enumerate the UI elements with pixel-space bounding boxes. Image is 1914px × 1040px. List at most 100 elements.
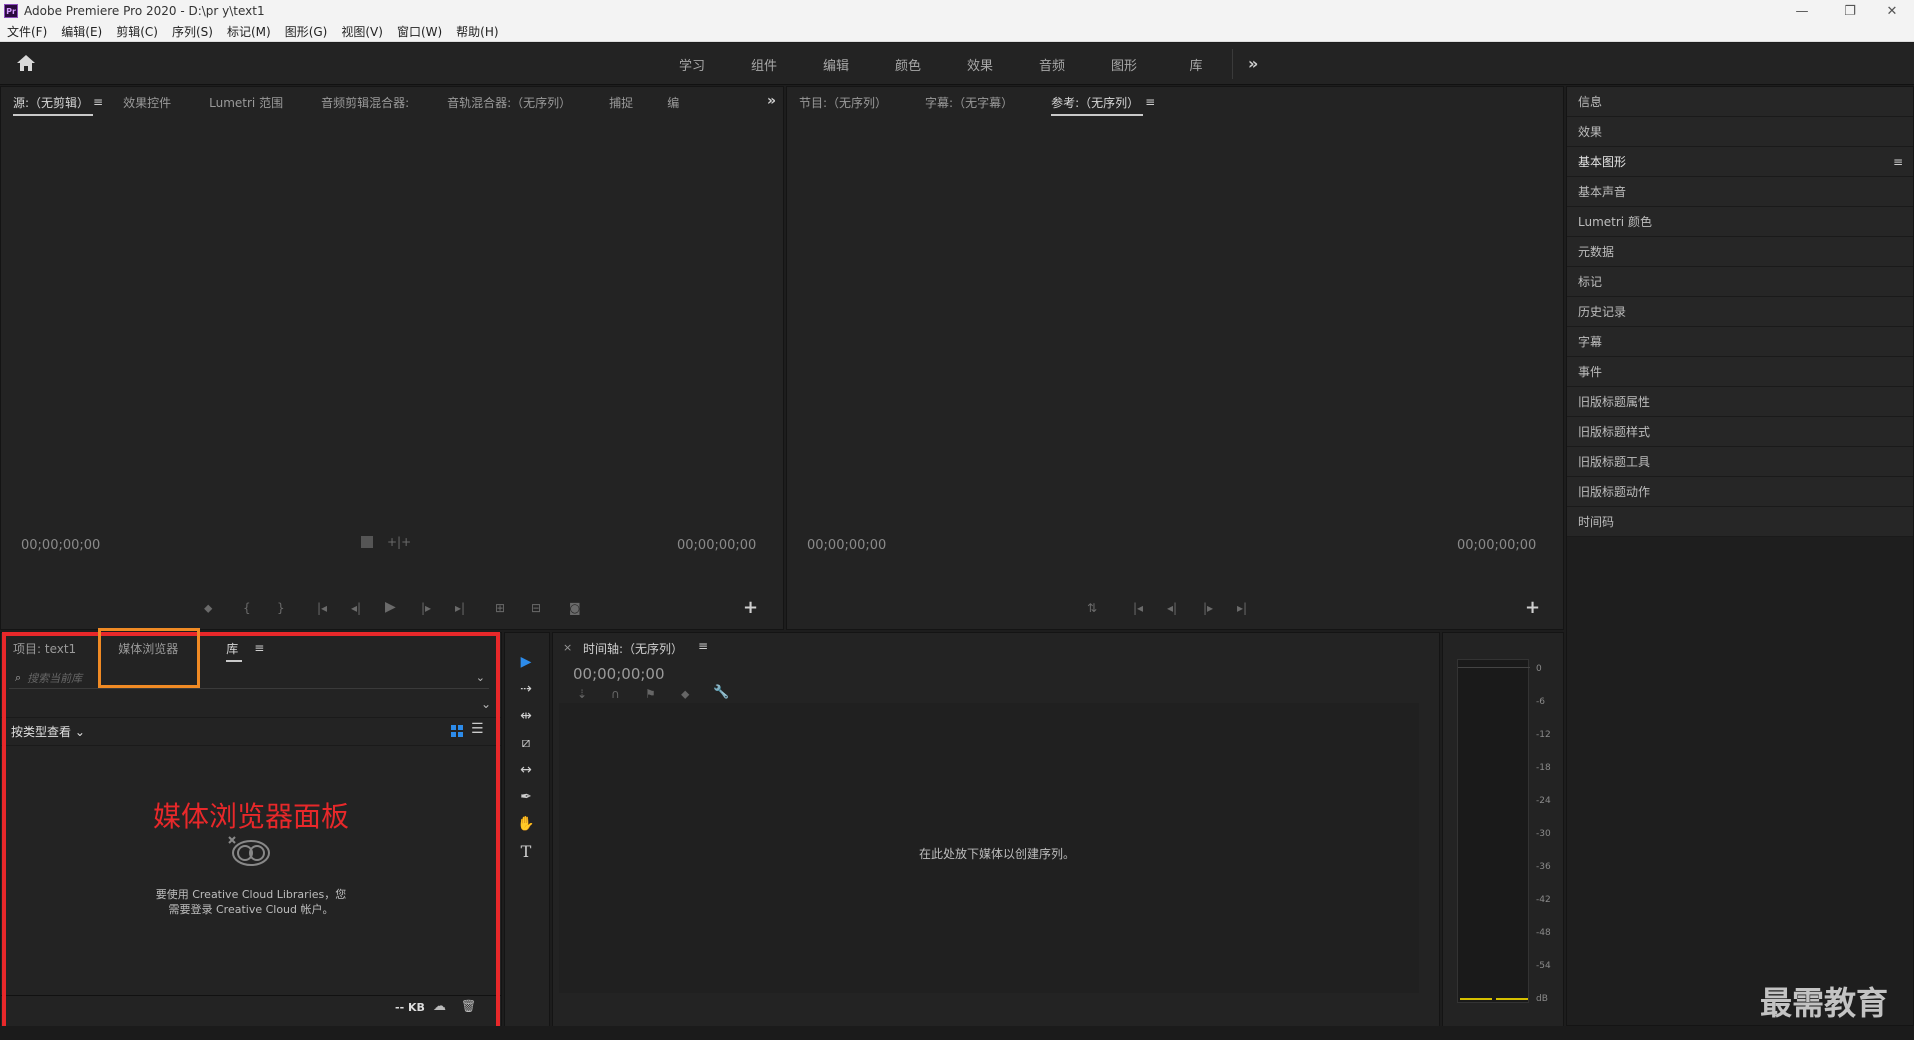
essential-graphics-menu-icon[interactable]: ≡ (1893, 155, 1903, 169)
tab-source[interactable]: 源:（无剪辑） (13, 94, 94, 116)
menu-clip[interactable]: 剪辑(C) (116, 23, 158, 40)
export-frame-icon[interactable]: ◙ (569, 601, 581, 615)
selection-tool-icon[interactable]: ▶ (515, 651, 537, 673)
menu-graphics[interactable]: 图形(G) (285, 23, 328, 40)
type-tool-icon[interactable]: T (515, 840, 537, 862)
workspace-editing[interactable]: 编辑 (800, 55, 872, 74)
menu-sequence[interactable]: 序列(S) (172, 23, 213, 40)
home-icon[interactable] (16, 54, 38, 74)
tab-lumetri-scopes[interactable]: Lumetri 范围 (209, 94, 283, 111)
workspace-assembly[interactable]: 组件 (728, 55, 800, 74)
snap-icon[interactable]: ⇣ (577, 687, 587, 701)
menu-window[interactable]: 窗口(W) (397, 23, 442, 40)
panel-legacy-title-tools[interactable]: 旧版标题工具 (1567, 447, 1913, 477)
program-timecode-right: 00;00;00;00 (1457, 538, 1537, 553)
tab-capture[interactable]: 捕捉 (609, 94, 633, 111)
timeline-menu-icon[interactable]: ≡ (698, 639, 708, 653)
mark-in-icon[interactable]: { (243, 601, 251, 615)
right-panel-stack: 信息 效果 基本图形 ≡ 基本声音 Lumetri 颜色 元数据 标记 历史记录 … (1566, 86, 1914, 1026)
db-scale-36: -36 (1536, 862, 1551, 872)
add-marker-timeline-icon[interactable]: ⚑ (645, 687, 656, 701)
tab-captions[interactable]: 字幕:（无字幕） (925, 94, 1013, 111)
tab-effect-controls[interactable]: 效果控件 (123, 94, 171, 111)
program-panel-menu-icon[interactable]: ≡ (1145, 95, 1155, 109)
timeline-timecode[interactable]: 00;00;00;00 (573, 665, 665, 683)
lift-icon[interactable]: ⇅ (1087, 601, 1097, 615)
panel-essential-sound[interactable]: 基本声音 (1567, 177, 1913, 207)
mark-out-icon[interactable]: } (277, 601, 285, 615)
go-to-out-icon[interactable]: ▸| (455, 601, 465, 615)
wrench-icon[interactable]: 🔧 (713, 685, 729, 700)
workspace-color[interactable]: 颜色 (872, 55, 944, 74)
db-scale-30: -30 (1536, 829, 1551, 839)
tab-program[interactable]: 节目:（无序列） (799, 94, 887, 111)
source-drop-settings-icon[interactable] (361, 536, 373, 548)
watermark-text: 最需教育 (1760, 984, 1889, 1022)
tab-edit-truncated[interactable]: 编 (667, 94, 679, 111)
restore-button[interactable]: ❐ (1828, 0, 1872, 22)
ripple-edit-tool-icon[interactable]: ⇹ (515, 705, 537, 727)
program-go-to-out-icon[interactable]: ▸| (1237, 601, 1247, 615)
program-timecode-left[interactable]: 00;00;00;00 (807, 538, 886, 553)
razor-tool-icon[interactable]: ⧄ (515, 732, 537, 754)
panel-events[interactable]: 事件 (1567, 357, 1913, 387)
program-go-to-in-icon[interactable]: |◂ (1133, 601, 1143, 615)
panel-lumetri-color[interactable]: Lumetri 颜色 (1567, 207, 1913, 237)
program-add-button-icon[interactable]: + (1525, 597, 1540, 618)
panel-legacy-title-styles[interactable]: 旧版标题样式 (1567, 417, 1913, 447)
timeline-marker-icon[interactable]: ⬥ (681, 687, 689, 702)
peak-indicator[interactable] (1458, 660, 1530, 668)
panel-metadata[interactable]: 元数据 (1567, 237, 1913, 267)
workspace-learn[interactable]: 学习 (656, 55, 728, 74)
panel-legacy-title-properties[interactable]: 旧版标题属性 (1567, 387, 1913, 417)
menu-file[interactable]: 文件(F) (7, 23, 47, 40)
linked-selection-icon[interactable]: ∩ (611, 687, 620, 701)
overwrite-icon[interactable]: ⊟ (531, 601, 541, 615)
panel-effects[interactable]: 效果 (1567, 117, 1913, 147)
premiere-pro-window: Pr Adobe Premiere Pro 2020 - D:\pr y\tex… (0, 0, 1914, 1040)
insert-icon[interactable]: ⊞ (495, 601, 505, 615)
menu-edit[interactable]: 编辑(E) (61, 23, 102, 40)
workspace-audio[interactable]: 音频 (1016, 55, 1088, 74)
panel-timecode[interactable]: 时间码 (1567, 507, 1913, 537)
workspace-effects[interactable]: 效果 (944, 55, 1016, 74)
panel-legacy-title-actions[interactable]: 旧版标题动作 (1567, 477, 1913, 507)
pen-tool-icon[interactable]: ✒ (515, 786, 537, 808)
timeline-panel: × 时间轴:（无序列） ≡ 00;00;00;00 ⇣ ∩ ⚑ ⬥ 🔧 在此处放… (552, 632, 1440, 1030)
source-panel-menu-icon[interactable]: ≡ (93, 95, 103, 109)
track-select-tool-icon[interactable]: ⇢ (515, 678, 537, 700)
panel-history[interactable]: 历史记录 (1567, 297, 1913, 327)
program-step-forward-icon[interactable]: |▸ (1203, 601, 1213, 615)
db-scale-12: -12 (1536, 730, 1551, 740)
tab-audio-track-mixer[interactable]: 音轨混合器:（无序列） (447, 94, 571, 111)
slip-tool-icon[interactable]: ↔ (515, 759, 537, 781)
source-add-button-icon[interactable]: + (743, 597, 758, 618)
program-step-back-icon[interactable]: ◂| (1167, 601, 1177, 615)
menu-view[interactable]: 视图(V) (341, 23, 383, 40)
tab-audio-clip-mixer[interactable]: 音频剪辑混合器: (321, 94, 409, 111)
menu-help[interactable]: 帮助(H) (456, 23, 498, 40)
workspace-more-icon[interactable]: » (1248, 54, 1258, 73)
timeline-close-icon[interactable]: × (563, 641, 572, 654)
timeline-title[interactable]: 时间轴:（无序列） (583, 640, 683, 657)
menu-markers[interactable]: 标记(M) (227, 23, 271, 40)
play-icon[interactable]: ▶ (385, 599, 396, 615)
minimize-button[interactable]: — (1780, 0, 1824, 22)
close-button[interactable]: ✕ (1870, 0, 1914, 22)
audio-meter-track (1457, 659, 1530, 1003)
step-back-icon[interactable]: ◂| (351, 601, 361, 615)
panel-info[interactable]: 信息 (1567, 87, 1913, 117)
source-timecode-left[interactable]: 00;00;00;00 (21, 538, 100, 553)
go-to-in-icon[interactable]: |◂ (317, 601, 327, 615)
source-fit-icon[interactable]: +|+ (387, 535, 411, 549)
step-forward-icon[interactable]: |▸ (421, 601, 431, 615)
hand-tool-icon[interactable]: ✋ (515, 813, 537, 835)
panel-essential-graphics[interactable]: 基本图形 ≡ (1567, 147, 1913, 177)
tab-reference[interactable]: 参考:（无序列） (1051, 94, 1144, 116)
add-marker-icon[interactable]: ⬥ (204, 601, 212, 616)
panel-captions[interactable]: 字幕 (1567, 327, 1913, 357)
panel-markers[interactable]: 标记 (1567, 267, 1913, 297)
source-tabs-overflow-icon[interactable]: » (767, 93, 776, 109)
workspace-graphics[interactable]: 图形 (1088, 55, 1160, 74)
workspace-libraries[interactable]: 库 (1160, 55, 1232, 74)
